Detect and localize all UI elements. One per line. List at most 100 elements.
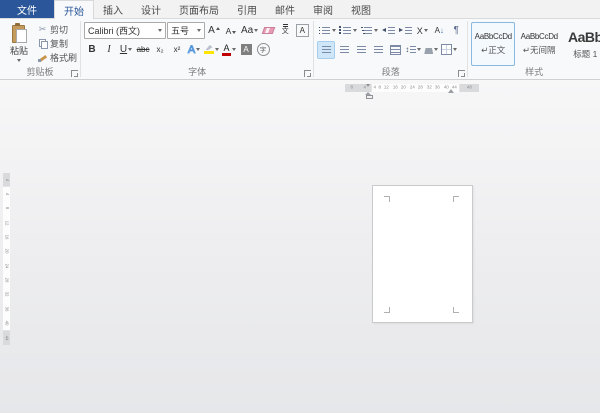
paragraph-group-label: 段落 bbox=[314, 65, 467, 78]
tab-page-layout[interactable]: 页面布局 bbox=[170, 0, 228, 18]
character-border-icon: A bbox=[296, 24, 309, 37]
font-size-value: 五号 bbox=[171, 24, 189, 37]
horizontal-ruler[interactable]: 8 4 4 8 12 16 20 24 28 32 36 40 44 48 bbox=[345, 84, 479, 92]
text-effects-icon: A bbox=[188, 44, 195, 56]
chevron-down-icon bbox=[453, 48, 457, 51]
underline-button[interactable]: U bbox=[118, 42, 134, 58]
clipboard-dialog-launcher-icon[interactable] bbox=[71, 70, 78, 77]
chevron-down-icon bbox=[158, 29, 162, 32]
style-heading-1[interactable]: AaBb 标题 1 bbox=[563, 22, 600, 66]
borders-button[interactable] bbox=[440, 42, 458, 58]
styles-group-label: 样式 bbox=[468, 65, 600, 78]
character-border-button[interactable]: A bbox=[294, 23, 310, 39]
hruler-right-margin: 48 bbox=[460, 84, 479, 92]
format-painter-button[interactable]: 格式刷 bbox=[37, 51, 77, 64]
clear-formatting-button[interactable] bbox=[260, 23, 276, 39]
strikethrough-button[interactable]: abc bbox=[135, 42, 151, 58]
font-color-button[interactable]: A bbox=[221, 42, 237, 58]
styles-gallery: AaBbCcDd ↵正文 AaBbCcDd ↵无间隔 AaBb 标题 1 AaB… bbox=[471, 21, 597, 66]
tab-design[interactable]: 设计 bbox=[132, 0, 170, 18]
decrease-indent-button[interactable] bbox=[380, 23, 396, 39]
line-spacing-icon: ↕ bbox=[405, 45, 409, 54]
asian-layout-button[interactable]: X bbox=[414, 23, 430, 39]
show-marks-button[interactable]: ¶ bbox=[448, 23, 464, 39]
numbering-button[interactable] bbox=[338, 23, 358, 39]
chevron-down-icon bbox=[128, 48, 132, 51]
justify-button[interactable] bbox=[370, 42, 386, 58]
decrease-indent-icon bbox=[382, 26, 395, 35]
cut-label: 剪切 bbox=[50, 23, 68, 36]
style-normal[interactable]: AaBbCcDd ↵正文 bbox=[471, 22, 515, 66]
document-area[interactable]: 8 4 4 8 12 16 20 24 28 32 36 40 44 48 bbox=[0, 80, 600, 413]
ribbon-group-styles: AaBbCcDd ↵正文 AaBbCcDd ↵无间隔 AaBb 标题 1 AaB… bbox=[468, 19, 600, 79]
tab-view[interactable]: 视图 bbox=[342, 0, 380, 18]
character-shading-button[interactable]: A bbox=[238, 42, 254, 58]
font-name-select[interactable]: Calibri (西文) bbox=[84, 22, 166, 39]
document-page[interactable] bbox=[372, 185, 473, 323]
paragraph-dialog-launcher-icon[interactable] bbox=[458, 70, 465, 77]
italic-button[interactable]: I bbox=[101, 42, 117, 58]
font-name-value: Calibri (西文) bbox=[88, 24, 140, 37]
scissors-icon: ✂ bbox=[37, 24, 48, 35]
tab-mailings[interactable]: 邮件 bbox=[266, 0, 304, 18]
cut-button[interactable]: ✂ 剪切 bbox=[37, 23, 77, 36]
align-left-button[interactable] bbox=[317, 41, 335, 59]
hanging-indent-marker[interactable] bbox=[365, 92, 371, 97]
character-shading-icon: A bbox=[241, 44, 252, 55]
word-window: 文件 开始 插入 设计 页面布局 引用 邮件 审阅 视图 粘贴 ✂ bbox=[0, 0, 600, 413]
text-effects-button[interactable]: A bbox=[186, 42, 202, 58]
highlighter-icon bbox=[204, 45, 214, 54]
right-indent-marker[interactable] bbox=[448, 89, 454, 93]
margin-crop-mark bbox=[453, 196, 459, 202]
shading-button[interactable] bbox=[423, 42, 439, 58]
chevron-down-icon bbox=[424, 29, 428, 32]
phonetic-guide-button[interactable]: 文 bbox=[277, 23, 293, 39]
bold-button[interactable]: B bbox=[84, 42, 100, 58]
multilevel-list-button[interactable] bbox=[359, 23, 379, 39]
chevron-down-icon bbox=[196, 48, 200, 51]
clipboard-small-buttons: ✂ 剪切 复制 格式刷 bbox=[37, 21, 77, 67]
paste-button[interactable]: 粘贴 bbox=[3, 21, 35, 67]
grow-font-button[interactable]: A bbox=[206, 23, 222, 39]
increase-indent-icon bbox=[399, 26, 412, 35]
ribbon-group-font: Calibri (西文) 五号 A A Aa bbox=[81, 19, 313, 79]
vertical-ruler[interactable]: 4 4 8 12 16 20 24 28 32 36 40 44 bbox=[3, 173, 10, 345]
chevron-down-icon bbox=[197, 29, 201, 32]
ribbon-home: 粘贴 ✂ 剪切 复制 格式刷 bbox=[0, 19, 600, 80]
justify-icon bbox=[374, 46, 383, 53]
tab-home[interactable]: 开始 bbox=[54, 0, 94, 19]
copy-button[interactable]: 复制 bbox=[37, 37, 77, 50]
font-dialog-launcher-icon[interactable] bbox=[304, 70, 311, 77]
phonetic-guide-icon: 文 bbox=[282, 26, 289, 35]
bullets-button[interactable] bbox=[317, 23, 337, 39]
bullet-list-icon bbox=[318, 26, 331, 35]
tab-file[interactable]: 文件 bbox=[0, 0, 54, 18]
superscript-button[interactable]: x² bbox=[169, 42, 185, 58]
font-group-label: 字体 bbox=[81, 65, 313, 78]
tab-review[interactable]: 审阅 bbox=[304, 0, 342, 18]
align-right-button[interactable] bbox=[353, 42, 369, 58]
distribute-button[interactable] bbox=[387, 42, 403, 58]
increase-indent-button[interactable] bbox=[397, 23, 413, 39]
enclose-characters-button[interactable]: 字 bbox=[255, 42, 271, 58]
change-case-button[interactable]: Aa bbox=[240, 23, 259, 39]
shrink-font-button[interactable]: A bbox=[223, 23, 239, 39]
margin-crop-mark bbox=[384, 196, 390, 202]
chevron-down-icon bbox=[232, 48, 236, 51]
subscript-button[interactable]: x₂ bbox=[152, 42, 168, 58]
chevron-down-icon bbox=[17, 59, 21, 62]
style-no-spacing[interactable]: AaBbCcDd ↵无间隔 bbox=[517, 22, 561, 66]
paste-label: 粘贴 bbox=[10, 44, 28, 57]
tab-insert[interactable]: 插入 bbox=[94, 0, 132, 18]
line-spacing-button[interactable]: ↕ bbox=[404, 42, 422, 58]
first-line-indent-marker[interactable] bbox=[366, 84, 370, 87]
font-size-select[interactable]: 五号 bbox=[167, 22, 205, 39]
numbered-list-icon bbox=[339, 26, 352, 35]
hruler-text-area: 4 8 12 16 20 24 28 32 36 40 44 bbox=[371, 84, 460, 92]
align-center-button[interactable] bbox=[336, 42, 352, 58]
text-highlight-button[interactable] bbox=[203, 42, 220, 58]
grow-font-icon bbox=[216, 27, 220, 30]
tab-references[interactable]: 引用 bbox=[228, 0, 266, 18]
sort-button[interactable]: A↓ bbox=[431, 23, 447, 39]
paste-icon bbox=[12, 24, 27, 43]
